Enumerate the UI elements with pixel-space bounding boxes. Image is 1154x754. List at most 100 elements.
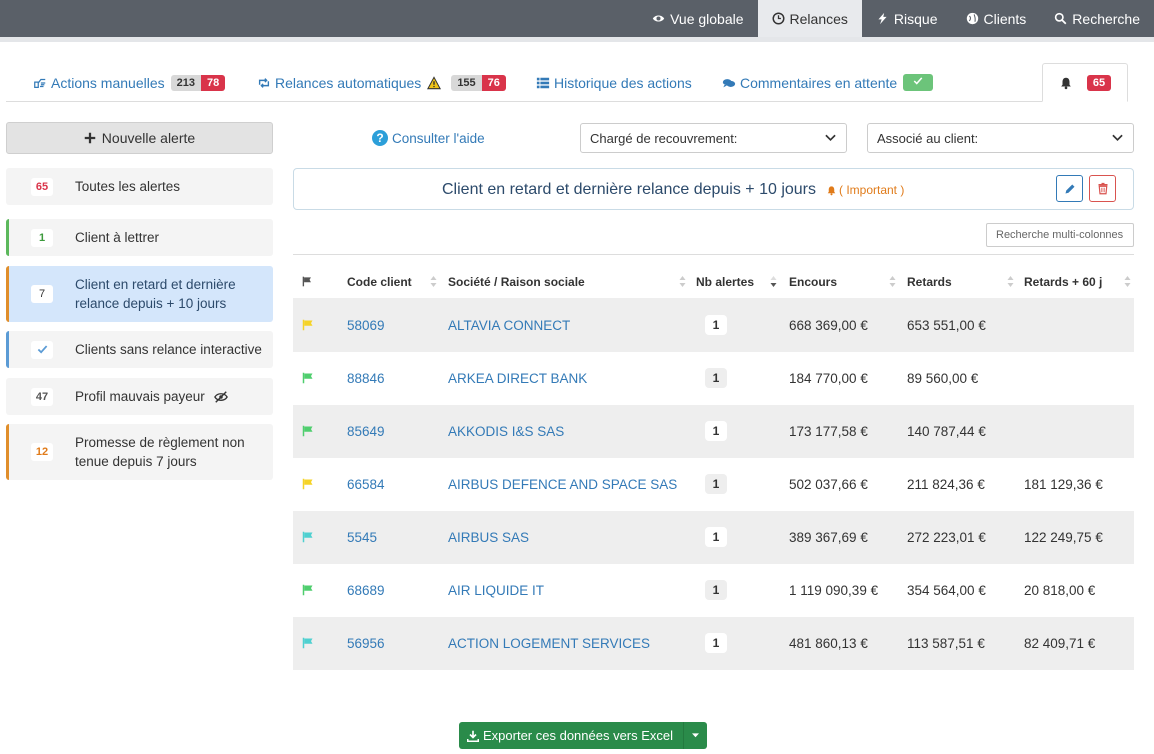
tab-commentaires[interactable]: Commentaires en attente [722,63,934,102]
cell-code-client[interactable]: 68689 [347,583,385,598]
tab-relances-automatiques[interactable]: Relances automatiques 155 76 [257,63,506,102]
nav-relances-label: Relances [789,10,848,27]
delete-alert-button[interactable] [1089,175,1116,202]
sidebar-item-label-line2: tenue depuis 7 jours [75,454,197,469]
download-icon [467,730,479,742]
cell-retards: 272 223,01 € [907,530,986,545]
eye-icon [652,15,665,22]
tab-commentaires-label: Commentaires en attente [740,74,898,91]
sidebar-item-sans-relance[interactable]: Clients sans relance interactive [6,331,273,368]
header-societe[interactable]: Société / Raison sociale [448,275,585,289]
cell-societe[interactable]: ALTAVIA CONNECT [448,318,570,333]
table-row[interactable]: 85649 AKKODIS I&S SAS 173 177,58 € 140 787,… [293,405,1134,458]
cell-retards: 140 787,44 € [907,424,986,439]
nav-risque[interactable]: Risque [862,0,952,37]
nav-recherche[interactable]: Recherche [1040,0,1154,37]
multi-column-search-input[interactable] [986,223,1134,247]
sidebar-count: 7 [31,285,53,303]
sort-desc-icon[interactable] [770,275,777,288]
new-alert-button[interactable]: Nouvelle alerte [6,122,273,154]
pencil-icon [1065,184,1074,193]
table-row[interactable]: 88846 ARKEA DIRECT BANK 184 770,00 € 89 560… [293,352,1134,405]
header-code-client[interactable]: Code client [347,275,412,289]
count-badge: 213 [170,74,201,91]
export-label: Exporter ces données vers Excel [483,728,674,743]
charge-recouvrement-select[interactable]: Chargé de recouvrement: [580,123,847,153]
sidebar-item-mauvais-payeur[interactable]: 47 Profil mauvais payeur [6,378,273,415]
nav-clients[interactable]: Clients [952,0,1041,37]
sidebar-item-label-wrap: Profil mauvais payeur [75,387,228,406]
sort-icon[interactable] [1007,275,1014,288]
cell-nb-alertes: 1 [705,527,727,547]
export-main[interactable]: Exporter ces données vers Excel [459,722,685,749]
nav-vue-globale[interactable]: Vue globale [638,0,757,37]
cell-societe[interactable]: AIR LIQUIDE IT [448,583,544,598]
sidebar-count: 47 [31,387,53,406]
cell-nb-alertes: 1 [705,474,727,494]
eye-slash-icon [213,390,228,403]
flag-icon [302,319,313,331]
cell-code-client[interactable]: 5545 [347,530,377,545]
cell-code-client[interactable]: 88846 [347,371,385,386]
cell-retards: 653 551,00 € [907,318,986,333]
cell-societe[interactable]: AIRBUS SAS [448,530,529,545]
list-icon [536,77,550,88]
tab-notifications[interactable]: 65 [1042,63,1128,102]
sidebar-item-label: Toutes les alertes [75,179,181,194]
sidebar-item-client-a-lettrer[interactable]: 1 Client à lettrer [6,219,273,256]
cell-societe[interactable]: ARKEA DIRECT BANK [448,371,587,386]
sort-icon[interactable] [679,275,686,288]
table-row[interactable]: 5545 AIRBUS SAS 389 367,69 € 272 223,01 € 12… [293,511,1134,564]
cell-code-client[interactable]: 58069 [347,318,385,333]
sort-icon[interactable] [1124,275,1131,288]
export-dropdown-toggle[interactable] [684,722,707,749]
cell-societe[interactable]: AIRBUS DEFENCE AND SPACE SAS [448,477,677,492]
sidebar-item-label: Client à lettrer [75,230,160,245]
alert-badge: 78 [200,74,226,91]
sidebar-count: 65 [31,177,53,196]
new-alert-label: Nouvelle alerte [101,130,196,146]
sidebar-check [31,340,53,359]
edit-alert-button[interactable] [1056,175,1083,202]
flag-header-icon[interactable] [302,276,313,287]
cell-code-client[interactable]: 66584 [347,477,385,492]
help-link[interactable]: ? Consulter l'aide [372,130,485,146]
sort-icon[interactable] [430,275,437,288]
top-nav: Vue globale Relances Risque Clients Rech… [638,0,1154,37]
cell-societe[interactable]: ACTION LOGEMENT SERVICES [448,636,650,651]
cell-encours: 184 770,00 € [789,371,868,386]
chevron-down-icon [825,134,836,142]
top-navbar: Vue globale Relances Risque Clients Rech… [0,0,1154,37]
header-retards[interactable]: Retards [907,275,952,289]
table-row[interactable]: 66584 AIRBUS DEFENCE AND SPACE SAS 502 037… [293,458,1134,511]
tab-actions-manuelles[interactable]: Actions manuelles 213 78 [33,63,226,102]
header-retards-60[interactable]: Retards + 60 j [1024,275,1102,289]
tab-historique-label: Historique des actions [554,74,692,91]
table-row[interactable]: 68689 AIR LIQUIDE IT 1 119 090,39 € 354 564… [293,564,1134,617]
flag-icon [302,637,313,649]
cell-code-client[interactable]: 85649 [347,424,385,439]
header-nb-alertes[interactable]: Nb alertes [696,275,754,289]
sidebar-item-promesse[interactable]: 12 Promesse de règlement non tenue depui… [6,424,273,480]
table-body: 58069 ALTAVIA CONNECT 668 369,00 € 653 551,… [293,299,1134,670]
sidebar-item-label: Promesse de règlement non tenue depuis 7… [75,433,245,471]
sidebar-item-label: Client en retard et dernière relance dep… [75,275,236,313]
table-header: Code client Société / Raison sociale Nb … [293,265,1134,299]
sidebar-count: 12 [31,443,53,461]
nav-relances[interactable]: Relances [757,0,862,37]
trash-icon [1098,182,1107,195]
nav-recherche-label: Recherche [1072,10,1140,27]
sidebar-item-all-alerts[interactable]: 65 Toutes les alertes [6,168,273,205]
nav-risque-label: Risque [893,10,938,27]
sidebar-item-retard-relance[interactable]: 7 Client en retard et dernière relance d… [6,266,273,322]
associe-client-select[interactable]: Associé au client: [867,123,1134,153]
cell-code-client[interactable]: 56956 [347,636,385,651]
alert-title-panel: Client en retard et dernière relance dep… [293,168,1134,210]
cell-societe[interactable]: AKKODIS I&S SAS [448,424,564,439]
sort-icon[interactable] [889,275,896,288]
table-row[interactable]: 58069 ALTAVIA CONNECT 668 369,00 € 653 551,… [293,299,1134,352]
tab-historique[interactable]: Historique des actions [536,63,692,102]
header-encours[interactable]: Encours [789,275,837,289]
table-row[interactable]: 56956 ACTION LOGEMENT SERVICES 481 860,13 … [293,617,1134,670]
export-excel-button[interactable]: Exporter ces données vers Excel [459,722,708,749]
